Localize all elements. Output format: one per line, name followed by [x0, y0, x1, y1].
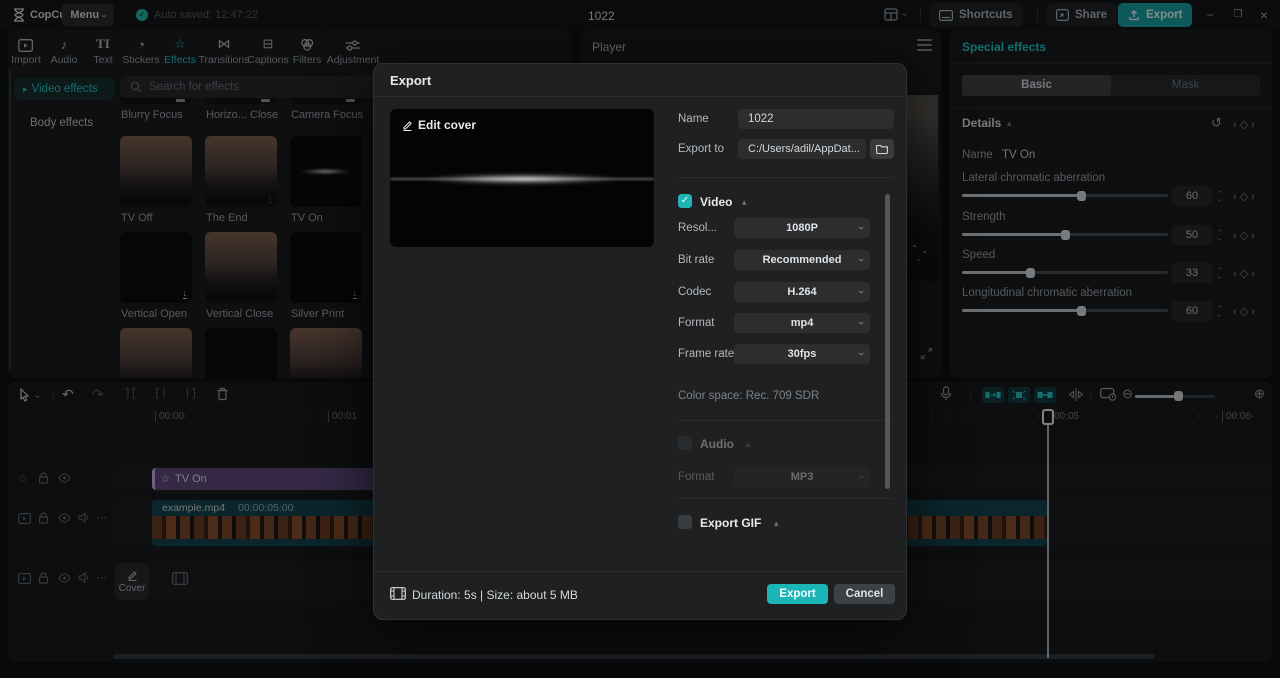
- folder-icon: [876, 144, 888, 154]
- export-gif-checkbox[interactable]: [678, 515, 692, 529]
- codec-label: Codec: [678, 286, 712, 298]
- resolution-dropdown[interactable]: 1080P: [734, 218, 870, 238]
- collapse-icon: [746, 439, 751, 450]
- format-label: Format: [678, 317, 715, 329]
- divider: [678, 498, 894, 499]
- edit-cover-label: Edit cover: [418, 118, 477, 132]
- dialog-title: Export: [390, 73, 432, 88]
- export-dialog: Export Edit cover Name Export to C:/User…: [373, 63, 907, 620]
- export-cover-preview: Edit cover: [390, 109, 654, 247]
- resolution-label: Resol...: [678, 222, 717, 234]
- app-window: CopCut Menu Auto saved: 12:47:22 1022 Sh…: [0, 0, 1280, 678]
- export-to-label: Export to: [678, 143, 725, 155]
- video-checkbox[interactable]: [678, 194, 692, 208]
- export-path-field[interactable]: C:/Users/adil/AppDat...: [738, 139, 866, 159]
- edit-cover-button[interactable]: Edit cover: [402, 118, 476, 132]
- chevron-down-icon: [855, 352, 867, 356]
- collapse-icon[interactable]: [742, 197, 747, 208]
- divider: [374, 96, 906, 97]
- chevron-down-icon: [855, 258, 867, 262]
- chevron-down-icon: [855, 321, 867, 325]
- audio-format-label: Format: [678, 471, 715, 483]
- framerate-dropdown[interactable]: 30fps: [734, 344, 870, 364]
- dialog-scrollbar[interactable]: [885, 194, 890, 489]
- video-section-label: Video: [700, 195, 733, 209]
- collapse-icon[interactable]: [774, 518, 779, 529]
- cover-glow-core: [396, 173, 648, 185]
- chevron-down-icon: [855, 290, 867, 294]
- codec-dropdown[interactable]: H.264: [734, 282, 870, 302]
- export-summary: Duration: 5s | Size: about 5 MB: [412, 588, 578, 602]
- film-icon: [390, 587, 406, 600]
- browse-folder-button[interactable]: [870, 139, 894, 159]
- bitrate-dropdown[interactable]: Recommended: [734, 250, 870, 270]
- export-confirm-button[interactable]: Export: [767, 584, 828, 604]
- audio-checkbox[interactable]: [678, 436, 692, 450]
- divider: [678, 177, 894, 178]
- cancel-button[interactable]: Cancel: [834, 584, 895, 604]
- name-label: Name: [678, 113, 709, 125]
- bitrate-label: Bit rate: [678, 254, 715, 266]
- name-input[interactable]: [738, 109, 894, 129]
- divider: [678, 420, 894, 421]
- color-space-info: Color space: Rec. 709 SDR: [678, 390, 820, 402]
- audio-format-dropdown: MP3: [734, 467, 870, 487]
- chevron-down-icon: [855, 475, 867, 479]
- pencil-icon: [403, 120, 412, 131]
- audio-section-label: Audio: [700, 437, 734, 451]
- export-gif-label: Export GIF: [700, 516, 762, 530]
- framerate-label: Frame rate: [678, 348, 735, 360]
- divider: [374, 571, 906, 572]
- format-dropdown[interactable]: mp4: [734, 313, 870, 333]
- chevron-down-icon: [855, 226, 867, 230]
